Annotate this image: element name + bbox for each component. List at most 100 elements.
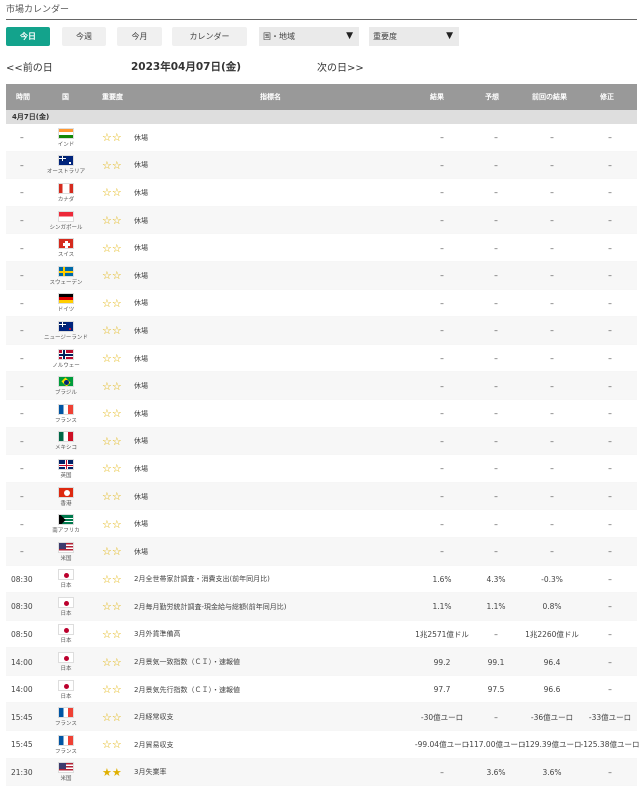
importance-stars-icon: ☆☆ [102,379,122,393]
country-cell: カナダ [42,179,90,207]
revision-cell: – [608,298,612,308]
calendar-button[interactable]: カレンダー [172,27,247,46]
revision-cell: – [608,464,612,474]
flag-hk-icon [58,486,74,498]
next-day-link[interactable]: 次の日>> [317,59,364,74]
importance-select-value: 重要度 [373,32,397,41]
table-row: – ニュージーランド ☆☆ 休場 – – – – [6,317,637,345]
indicator-name: 休場 [134,216,148,225]
country-name: ノルウェー [52,362,80,369]
importance-stars-icon: ☆☆ [102,352,122,366]
country-name: 米国 [60,555,72,562]
date-group-label: 4月7日(金) [6,110,637,124]
revision-cell: – [608,160,612,170]
indicator-name: 休場 [134,244,148,253]
revision-cell: – [608,381,612,391]
table-row: – 南アフリカ ☆☆ 休場 – – – – [6,510,637,538]
this-week-button[interactable]: 今週 [62,27,106,46]
country-cell: ニュージーランド [42,317,90,345]
previous-cell: – [550,160,554,170]
country-name: インド [57,141,75,148]
importance-stars-icon: ☆☆ [102,627,122,641]
table-row: 08:50 日本 ☆☆ 3月外貨準備高 1兆2571億ドル –1兆2260億ドル – [6,621,637,649]
table-row: 08:30 日本 ☆☆ 2月毎月勤労統計調査-現金給与総額(前年同月比) 1.1% 1.1… [6,593,637,621]
caret-down-icon: ▼ [446,31,453,41]
importance-stars-icon: ☆☆ [102,241,122,255]
flag-mx-icon [58,431,74,443]
revision-cell: – [608,767,612,777]
table-row: 14:00 日本 ☆☆ 2月景気一致指数（ＣＩ）・速報値 99.2 99.1 96.4– [6,648,637,676]
col-country: 国 [62,93,69,101]
importance-select[interactable]: 重要度 ▼ [369,27,459,46]
country-cell: 香港 [42,483,90,511]
previous-cell: – [550,271,554,281]
importance-stars-icon: ☆☆ [102,490,122,504]
importance-stars-icon: ☆☆ [102,186,122,200]
previous-cell: 96.6 [543,685,561,695]
flag-in-icon [58,127,74,139]
toolbar: 今日 今週 今月 カレンダー 国・地域 ▼ 重要度 ▼ [6,27,637,47]
flag-nz-icon [58,320,74,332]
country-name: 香港 [60,500,72,507]
indicator-name: 休場 [134,520,148,529]
revision-cell: – [608,216,612,226]
table-header: 時間 国 重要度 指標名 結果 予想 前回の結果 修正 [6,84,637,110]
revision-cell: -125.38億ユーロ [580,740,640,750]
revision-cell: – [608,657,612,667]
table-row: – ドイツ ☆☆ 休場 – – – – [6,290,637,318]
flag-gb-icon [58,458,74,470]
country-name: オーストラリア [46,169,86,176]
indicator-name: 休場 [134,271,148,280]
flag-ca-icon [58,182,74,194]
flag-fr-icon [58,707,74,719]
indicator-name: 休場 [134,133,148,142]
previous-cell: – [550,298,554,308]
flag-br-icon [58,376,74,388]
this-month-button[interactable]: 今月 [117,27,162,46]
importance-stars-icon: ☆☆ [102,434,122,448]
table-row: 15:45 フランス ☆☆ 2月経常収支 -30億ユーロ – -36億ユーロ -33億ユーロ [6,703,637,732]
importance-stars-icon: ☆☆ [102,214,122,228]
indicator-name: 3月外貨準備高 [134,630,181,639]
country-cell: インド [42,124,90,152]
revision-cell: – [608,602,612,612]
country-name: ニュージーランド [44,334,88,341]
indicator-name: 2月景気一致指数（ＣＩ）・速報値 [134,658,240,667]
table-row: – シンガポール ☆☆ 休場 – – – – [6,206,637,235]
flag-jp-icon [58,679,74,691]
today-button[interactable]: 今日 [6,27,50,46]
previous-cell: 96.4 [543,657,561,667]
previous-cell: – [550,492,554,502]
table-row: – ノルウェー ☆☆ 休場 – – – – [6,345,637,373]
country-cell: スウェーデン [42,262,90,290]
revision-cell: – [608,409,612,419]
country-name: ブラジル [55,390,77,397]
importance-stars-icon: ☆☆ [102,158,122,172]
revision-cell: – [608,685,612,695]
previous-cell: – [550,188,554,198]
indicator-name: 休場 [134,299,148,308]
importance-stars-icon: ☆☆ [102,324,122,338]
indicator-name: 休場 [134,547,148,556]
importance-stars-icon: ☆☆ [102,655,122,669]
country-cell: ノルウェー [42,345,90,373]
country-cell: スイス [42,234,90,262]
table-row: – ブラジル ☆☆ 休場 – – – – [6,372,637,400]
revision-cell: – [608,326,612,336]
prev-day-link[interactable]: <<前の日 [6,59,53,74]
country-select[interactable]: 国・地域 ▼ [259,27,359,46]
table-row: – スイス ☆☆ 休場 – – – – [6,234,637,262]
country-cell: 日本 [42,593,90,621]
country-cell: メキシコ [42,428,90,456]
country-cell: シンガポール [42,207,90,235]
importance-stars-icon: ☆☆ [102,738,122,752]
country-name: フランス [55,748,77,755]
flag-jp-icon [58,596,74,608]
importance-stars-icon: ☆☆ [102,517,122,531]
flag-jp-icon [58,652,74,664]
country-name: カナダ [57,196,75,203]
importance-stars-icon: ☆☆ [102,296,122,310]
page-title: 市場カレンダー [6,4,637,20]
table-body: – インド ☆☆ 休場 – – – – – オーストラリア ☆☆ 休場 – – – – – カナダ ☆☆ 休場 – – – –… [6,124,639,786]
country-name: スイス [57,252,75,259]
